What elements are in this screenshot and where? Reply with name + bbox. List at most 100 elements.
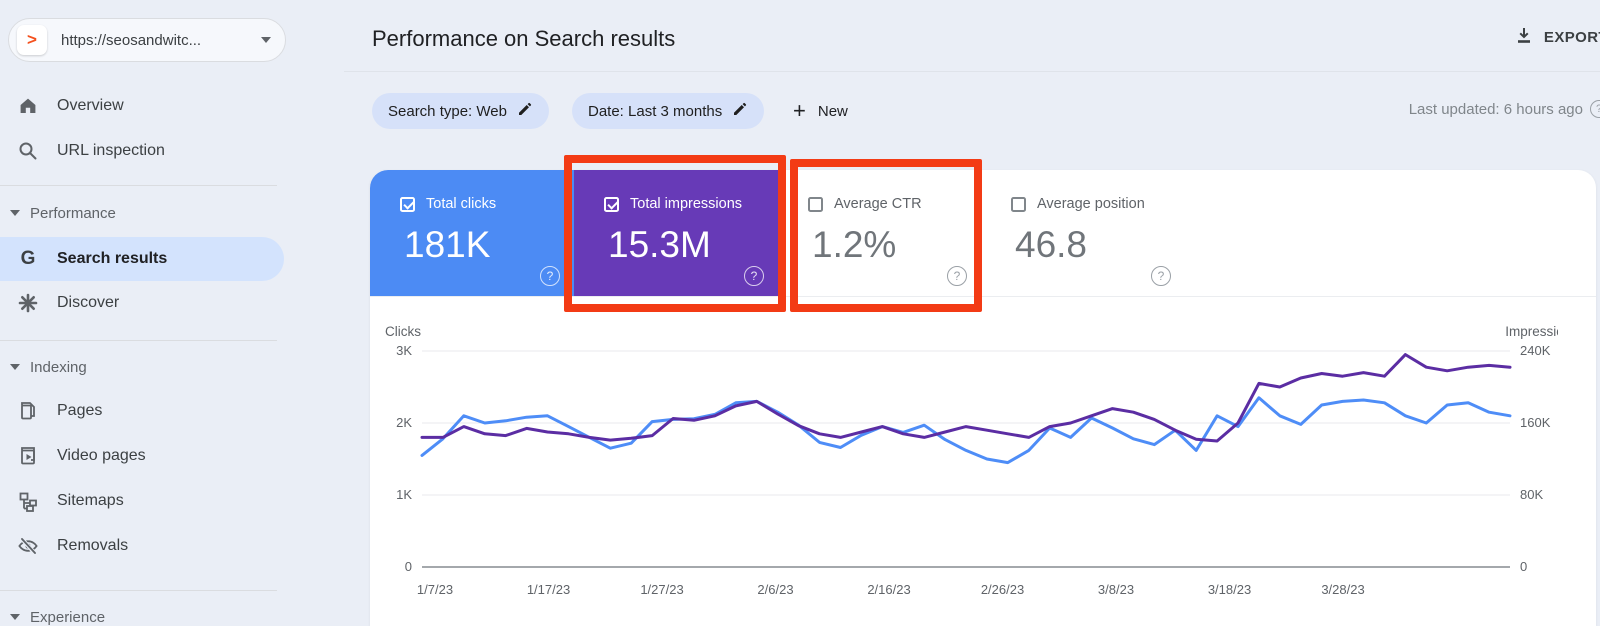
sidebar-item-label: Removals <box>57 537 129 554</box>
section-label: Performance <box>30 204 116 222</box>
page-title: Performance on Search results <box>372 26 676 51</box>
metric-tile-total-impressions[interactable]: Total impressions 15.3M ? <box>574 170 778 296</box>
home-icon <box>16 94 40 118</box>
series-line-clicks <box>420 396 1512 465</box>
help-icon[interactable]: ? <box>1590 100 1600 118</box>
sidebar-item-search-results[interactable]: G Search results <box>0 237 284 281</box>
sidebar-item-label: Pages <box>57 402 103 419</box>
chevron-down-icon <box>10 614 20 620</box>
help-icon[interactable]: ? <box>947 266 967 286</box>
chip-label: Date: Last 3 months <box>588 102 723 120</box>
sidebar-section-performance[interactable]: Performance <box>0 196 284 230</box>
sidebar-section-indexing[interactable]: Indexing <box>0 350 284 384</box>
metric-label: Average position <box>1037 196 1145 212</box>
right-tick: 80K <box>1520 487 1543 502</box>
dropdown-caret-icon <box>261 37 271 43</box>
metric-value: 1.2% <box>812 224 897 265</box>
eye-off-icon <box>16 534 40 558</box>
performance-line-chart: Clicks Impressions 3K 2K 1K 0 240K 160K … <box>385 324 1558 597</box>
chevron-down-icon <box>10 210 20 216</box>
left-tick: 1K <box>396 487 412 502</box>
metric-value: 15.3M <box>608 224 711 265</box>
metric-value: 181K <box>404 224 491 265</box>
sidebar-divider <box>0 340 277 341</box>
left-tick: 2K <box>396 415 412 430</box>
left-tick: 3K <box>396 343 412 358</box>
x-axis-label: 1/17/23 <box>527 582 570 597</box>
last-updated-text: Last updated: 6 hours ago <box>1408 100 1583 118</box>
filter-chip-search-type[interactable]: Search type: Web <box>372 93 549 129</box>
new-filter-button[interactable]: + New <box>793 93 848 129</box>
sidebar-item-url-inspection[interactable]: URL inspection <box>0 131 284 171</box>
left-tick: 0 <box>405 559 412 574</box>
sitemaps-icon <box>16 489 40 513</box>
site-favicon-icon: > <box>17 25 47 55</box>
checkbox[interactable] <box>808 196 823 212</box>
sidebar-item-removals[interactable]: Removals <box>0 526 284 566</box>
left-axis-title: Clicks <box>385 324 421 339</box>
tiles-divider <box>370 296 1596 297</box>
right-tick: 0 <box>1520 559 1527 574</box>
search-icon <box>16 139 40 163</box>
metric-label: Average CTR <box>834 196 922 212</box>
help-icon[interactable]: ? <box>540 266 560 286</box>
export-label: EXPORT <box>1543 28 1600 46</box>
last-updated-status: Last updated: 6 hours ago ? <box>1409 100 1600 118</box>
video-pages-icon <box>16 444 40 468</box>
pages-icon <box>16 399 40 423</box>
x-axis-label: 2/26/23 <box>981 582 1024 597</box>
sidebar-divider <box>0 185 277 186</box>
sidebar-item-label: Sitemaps <box>57 492 124 509</box>
property-url: https://seosandwitc... <box>61 31 202 49</box>
export-button[interactable]: EXPORT <box>1514 25 1600 49</box>
sidebar-divider <box>0 590 277 591</box>
pencil-icon <box>732 101 748 121</box>
chevron-down-icon <box>10 364 20 370</box>
section-label: Experience <box>30 608 106 626</box>
checkbox[interactable] <box>604 196 619 212</box>
chip-label: Search type: Web <box>388 102 507 120</box>
x-axis-label: 3/28/23 <box>1321 582 1364 597</box>
search-console-app: > https://seosandwitc... Overview URL in… <box>0 0 1600 626</box>
metric-label: Total clicks <box>426 196 497 212</box>
help-icon[interactable]: ? <box>744 266 764 286</box>
x-axis-label: 1/7/23 <box>417 582 453 597</box>
metric-tile-average-position[interactable]: Average position 46.8 ? <box>981 170 1185 296</box>
sidebar-item-label: Video pages <box>57 447 146 464</box>
x-axis-label: 3/8/23 <box>1098 582 1134 597</box>
right-tick: 240K <box>1520 343 1551 358</box>
property-selector[interactable]: > https://seosandwitc... <box>8 18 286 62</box>
sidebar-item-label: Discover <box>57 294 120 311</box>
sidebar-section-experience[interactable]: Experience <box>0 600 284 626</box>
checkbox[interactable] <box>400 196 415 212</box>
chart-series <box>420 353 1512 465</box>
sidebar-item-discover[interactable]: Discover <box>0 283 284 323</box>
x-axis-label: 1/27/23 <box>640 582 683 597</box>
series-line-impressions <box>420 353 1512 443</box>
header-divider <box>344 71 1600 72</box>
metric-tile-total-clicks[interactable]: Total clicks 181K ? <box>370 170 574 296</box>
sidebar-item-label: Search results <box>57 250 168 267</box>
sidebar-item-sitemaps[interactable]: Sitemaps <box>0 481 284 521</box>
checkbox[interactable] <box>1011 196 1026 212</box>
new-label: New <box>817 102 848 120</box>
sidebar-item-label: Overview <box>57 97 124 114</box>
discover-asterisk-icon <box>16 291 40 315</box>
metric-value: 46.8 <box>1015 224 1088 265</box>
x-axis-label: 2/16/23 <box>867 582 910 597</box>
metric-label: Total impressions <box>630 196 743 212</box>
sidebar-item-video-pages[interactable]: Video pages <box>0 436 284 476</box>
metric-tile-average-ctr[interactable]: Average CTR 1.2% ? <box>778 170 981 296</box>
download-icon <box>1514 25 1534 49</box>
filter-chip-date[interactable]: Date: Last 3 months <box>572 93 765 129</box>
google-g-icon: G <box>20 248 36 269</box>
sidebar-item-pages[interactable]: Pages <box>0 391 284 431</box>
sidebar-item-label: URL inspection <box>57 142 165 159</box>
section-label: Indexing <box>30 358 87 376</box>
right-tick: 160K <box>1520 415 1551 430</box>
sidebar-item-overview[interactable]: Overview <box>0 86 284 126</box>
pencil-icon <box>517 101 533 121</box>
help-icon[interactable]: ? <box>1151 266 1171 286</box>
x-axis-label: 2/6/23 <box>757 582 793 597</box>
right-axis-title: Impressions <box>1505 324 1558 339</box>
